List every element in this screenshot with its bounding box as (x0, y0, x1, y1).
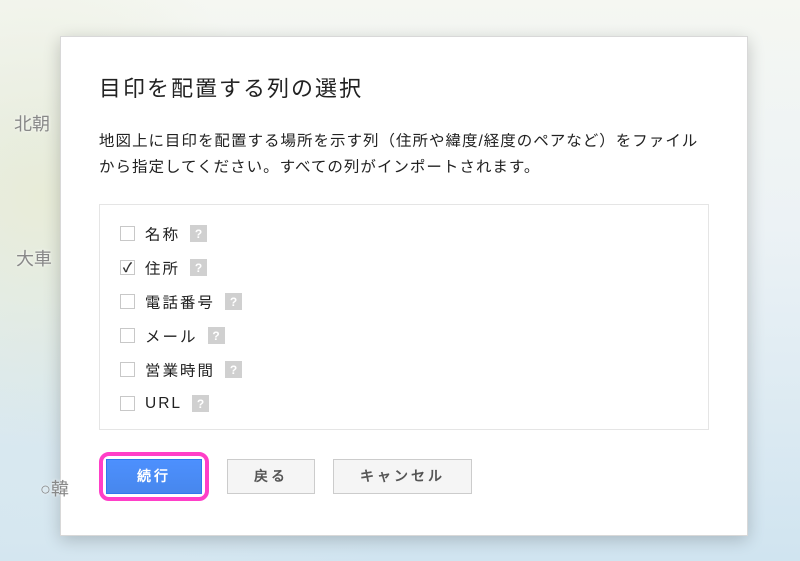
button-row: 続行 戻る キャンセル (99, 452, 709, 501)
option-row: 電話番号? (120, 291, 688, 313)
option-row: 営業時間? (120, 359, 688, 381)
dialog-description: 地図上に目印を配置する場所を示す列（住所や緯度/経度のペアなど）をファイルから指… (99, 129, 709, 182)
column-checkbox[interactable] (120, 396, 135, 411)
back-button[interactable]: 戻る (227, 459, 315, 494)
map-label: 北朝 (14, 110, 50, 136)
column-label[interactable]: 電話番号 (145, 291, 215, 313)
help-icon[interactable]: ? (208, 327, 225, 344)
column-checkbox[interactable] (120, 260, 135, 275)
column-label[interactable]: 営業時間 (145, 359, 215, 381)
option-row: URL? (120, 393, 688, 415)
map-label: ○韓 (40, 475, 69, 501)
column-options-box: 名称?住所?電話番号?メール?営業時間?URL? (99, 204, 709, 430)
continue-button[interactable]: 続行 (106, 459, 202, 494)
option-row: 名称? (120, 223, 688, 245)
dialog-title: 目印を配置する列の選択 (99, 71, 709, 103)
column-checkbox[interactable] (120, 294, 135, 309)
cancel-button[interactable]: キャンセル (333, 459, 472, 494)
help-icon[interactable]: ? (225, 361, 242, 378)
highlight-continue: 続行 (99, 452, 209, 501)
help-icon[interactable]: ? (190, 259, 207, 276)
help-icon[interactable]: ? (192, 395, 209, 412)
help-icon[interactable]: ? (225, 293, 242, 310)
column-label[interactable]: URL (145, 395, 182, 413)
option-row: メール? (120, 325, 688, 347)
column-label[interactable]: メール (145, 325, 198, 347)
column-checkbox[interactable] (120, 328, 135, 343)
column-label[interactable]: 名称 (145, 223, 180, 245)
column-checkbox[interactable] (120, 226, 135, 241)
map-label: 大車 (16, 245, 52, 271)
option-row: 住所? (120, 257, 688, 279)
column-label[interactable]: 住所 (145, 257, 180, 279)
column-checkbox[interactable] (120, 362, 135, 377)
column-select-dialog: 目印を配置する列の選択 地図上に目印を配置する場所を示す列（住所や緯度/経度のペ… (60, 36, 748, 536)
help-icon[interactable]: ? (190, 225, 207, 242)
